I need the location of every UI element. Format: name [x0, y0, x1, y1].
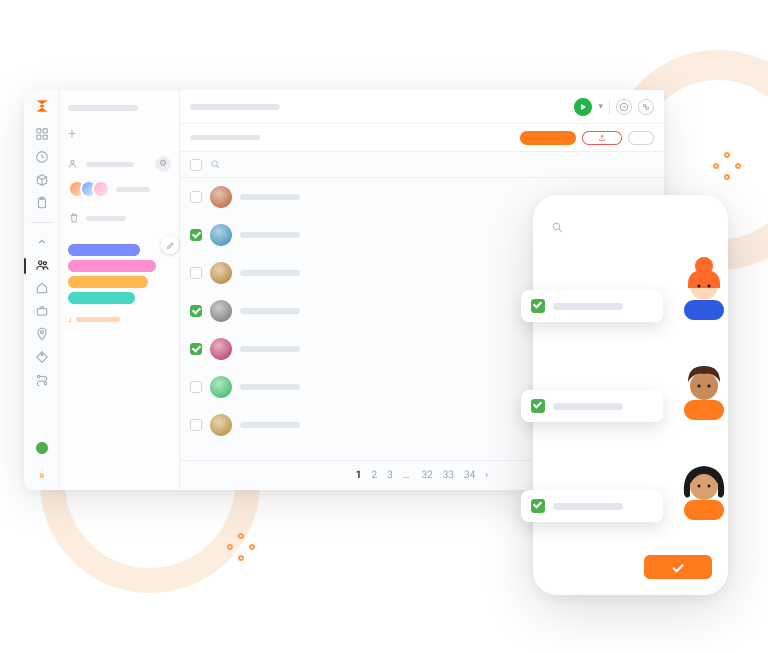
page-next-icon[interactable]: › [485, 470, 488, 481]
view-icon[interactable] [638, 99, 654, 115]
title-placeholder [68, 105, 138, 111]
avatar [210, 338, 232, 360]
status-dot [36, 442, 48, 454]
checkbox[interactable] [190, 343, 202, 355]
tag-pill[interactable] [68, 292, 135, 304]
person-illustration [674, 360, 734, 420]
expand-rail-icon[interactable]: » [39, 468, 45, 482]
checkbox[interactable] [190, 191, 202, 203]
route-icon[interactable] [35, 373, 49, 387]
avatar [210, 224, 232, 246]
name-placeholder [240, 422, 300, 428]
tag-pill[interactable] [68, 276, 148, 288]
breadcrumb [190, 135, 260, 140]
phone-list-item [549, 260, 712, 330]
users-icon[interactable] [35, 258, 49, 272]
card-label [553, 403, 623, 410]
sub-toolbar [180, 124, 664, 152]
tag-pill[interactable] [68, 244, 140, 256]
section-label [86, 162, 134, 167]
avatar [210, 300, 232, 322]
add-button[interactable]: + [68, 126, 76, 142]
person-illustration [674, 260, 734, 320]
cube-icon[interactable] [35, 173, 49, 187]
nav-rail: » [24, 90, 60, 490]
card-label [553, 303, 623, 310]
checkbox[interactable] [190, 267, 202, 279]
name-placeholder [240, 346, 300, 352]
select-all-checkbox[interactable] [190, 159, 202, 171]
name-placeholder [240, 270, 300, 276]
phone-list-item [549, 360, 712, 430]
name-placeholder [240, 232, 300, 238]
phone-card[interactable] [521, 490, 663, 522]
clipboard-icon[interactable] [35, 196, 49, 210]
briefcase-icon[interactable] [35, 304, 49, 318]
avatar [210, 262, 232, 284]
checkbox[interactable] [190, 229, 202, 241]
avatar [210, 186, 232, 208]
phone-frame [533, 195, 728, 595]
page-number[interactable]: 3 [387, 470, 393, 481]
list-header [180, 152, 664, 178]
phone-list-item [549, 460, 712, 530]
page-number[interactable]: 34 [464, 470, 475, 481]
checkbox[interactable] [190, 419, 202, 431]
more-button[interactable] [628, 131, 654, 145]
avatar-stack [68, 180, 110, 198]
checkbox[interactable] [531, 499, 545, 513]
page-number[interactable]: 2 [372, 470, 378, 481]
checkbox[interactable] [531, 399, 545, 413]
primary-action-button[interactable] [520, 131, 576, 145]
sort-icon: ↓ [68, 314, 73, 325]
plus-decor [716, 155, 738, 177]
phone-card[interactable] [521, 290, 663, 322]
clock-icon[interactable] [35, 150, 49, 164]
location-icon[interactable] [35, 327, 49, 341]
phone-card[interactable] [521, 390, 663, 422]
home-icon[interactable] [35, 281, 49, 295]
edit-icon[interactable] [161, 236, 179, 254]
name-placeholder [240, 384, 300, 390]
card-label [553, 503, 623, 510]
page-ellipsis: … [403, 470, 412, 481]
plus-decor [230, 536, 252, 558]
play-button[interactable] [574, 98, 592, 116]
dropdown-icon[interactable]: ▾ [598, 102, 603, 112]
settings-icon[interactable]: ⚙ [155, 156, 171, 172]
tag-icon[interactable] [35, 350, 49, 364]
active-indicator [24, 258, 26, 274]
person-illustration [674, 460, 734, 520]
page-title [190, 104, 280, 110]
share-button[interactable] [582, 131, 622, 145]
page-number[interactable]: 33 [443, 470, 454, 481]
name-placeholder [240, 308, 300, 314]
collapse-icon[interactable] [35, 235, 49, 249]
toolbar: ▾ [180, 90, 664, 124]
phone-search[interactable] [549, 217, 712, 248]
checkbox[interactable] [190, 305, 202, 317]
user-group-icon [68, 158, 80, 170]
history-icon[interactable] [616, 99, 632, 115]
name-placeholder [240, 194, 300, 200]
tag-pill[interactable] [68, 260, 156, 272]
avatar [210, 376, 232, 398]
trash-icon[interactable] [68, 212, 80, 224]
done-button[interactable] [644, 555, 712, 579]
sidebar-panel: + ⚙ [60, 90, 180, 490]
avatar [210, 414, 232, 436]
checkbox[interactable] [531, 299, 545, 313]
app-logo [34, 98, 50, 118]
page-number[interactable]: 1 [356, 470, 362, 481]
phone-body [549, 248, 712, 555]
page-number[interactable]: 32 [421, 470, 432, 481]
sort-row[interactable]: ↓ [68, 308, 171, 325]
checkbox[interactable] [190, 381, 202, 393]
dashboard-icon[interactable] [35, 127, 49, 141]
search-icon[interactable] [210, 155, 221, 174]
